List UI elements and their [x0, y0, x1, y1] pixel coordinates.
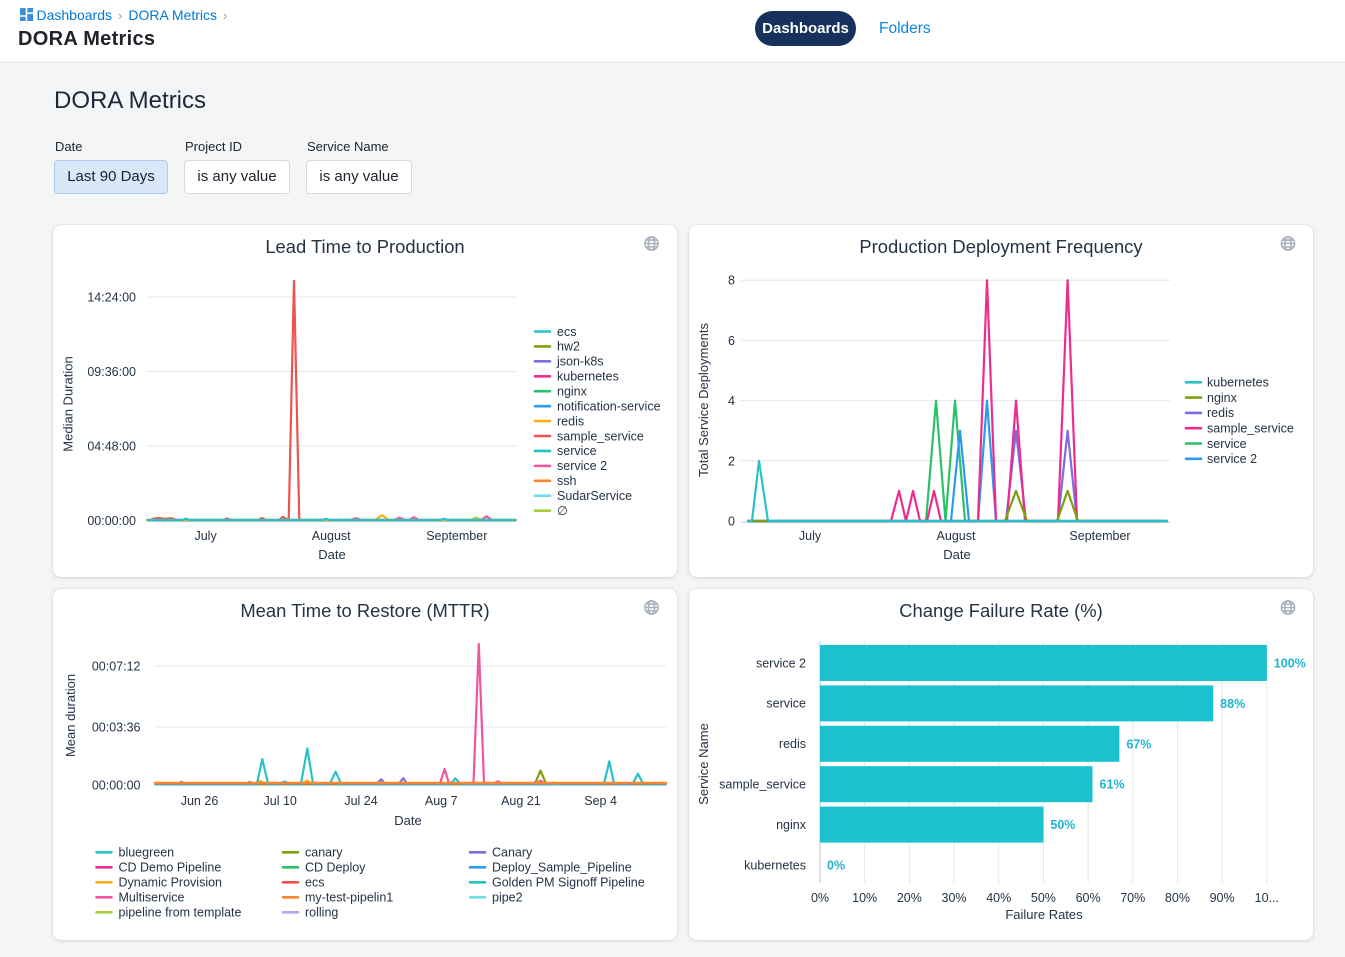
svg-text:redis: redis	[1207, 406, 1234, 420]
svg-text:CD Deploy: CD Deploy	[305, 861, 366, 875]
svg-text:service 2: service 2	[1207, 452, 1257, 466]
svg-text:0%: 0%	[827, 859, 845, 873]
svg-text:Production Deployment Frequenc: Production Deployment Frequency	[859, 236, 1143, 257]
svg-text:6: 6	[728, 334, 735, 348]
svg-text:service: service	[766, 697, 806, 711]
svg-text:redis: redis	[779, 737, 806, 751]
svg-text:Date: Date	[394, 813, 421, 828]
svg-text:hw2: hw2	[557, 340, 580, 354]
svg-text:Sep 4: Sep 4	[584, 794, 617, 808]
svg-text:rolling: rolling	[305, 906, 338, 920]
svg-text:pipe2: pipe2	[492, 891, 523, 905]
svg-text:August: August	[312, 529, 351, 543]
svg-text:67%: 67%	[1126, 737, 1151, 751]
svg-text:service 2: service 2	[557, 459, 607, 473]
svg-text:September: September	[1069, 529, 1130, 543]
svg-text:00:00:00: 00:00:00	[92, 779, 141, 793]
svg-text:kubernetes: kubernetes	[1207, 376, 1269, 390]
svg-text:pipeline from template: pipeline from template	[119, 906, 242, 920]
svg-text:10%: 10%	[852, 891, 877, 905]
svg-text:40%: 40%	[986, 891, 1011, 905]
svg-text:Dynamic Provision: Dynamic Provision	[119, 876, 223, 890]
svg-text:json-k8s: json-k8s	[556, 355, 604, 369]
svg-text:nginx: nginx	[776, 818, 807, 832]
svg-text:00:00:00: 00:00:00	[87, 514, 136, 528]
svg-text:Date: Date	[318, 547, 345, 562]
svg-text:88%: 88%	[1220, 697, 1245, 711]
svg-text:service 2: service 2	[756, 656, 806, 670]
svg-text:0: 0	[728, 515, 735, 529]
svg-text:July: July	[799, 529, 822, 543]
svg-text:14:24:00: 14:24:00	[87, 291, 136, 305]
svg-text:Multiservice: Multiservice	[119, 891, 185, 905]
svg-text:Failure Rates: Failure Rates	[1005, 907, 1083, 922]
svg-text:00:07:12: 00:07:12	[92, 660, 141, 674]
svg-text:∅: ∅	[557, 504, 568, 518]
svg-text:Jul 10: Jul 10	[264, 794, 297, 808]
svg-text:sample_service: sample_service	[719, 778, 806, 792]
svg-text:Change Failure Rate (%): Change Failure Rate (%)	[899, 600, 1102, 621]
svg-text:Golden PM Signoff Pipeline: Golden PM Signoff Pipeline	[492, 876, 645, 890]
svg-text:redis: redis	[557, 414, 584, 428]
svg-text:Mean duration: Mean duration	[63, 674, 78, 757]
svg-text:service: service	[557, 444, 597, 458]
svg-text:July: July	[194, 529, 217, 543]
svg-text:4: 4	[728, 394, 735, 408]
svg-text:Total Service Deployments: Total Service Deployments	[696, 323, 711, 477]
svg-text:bluegreen: bluegreen	[119, 846, 175, 860]
svg-text:90%: 90%	[1210, 891, 1235, 905]
svg-text:20%: 20%	[897, 891, 922, 905]
svg-text:nginx: nginx	[557, 385, 588, 399]
svg-text:70%: 70%	[1120, 891, 1145, 905]
svg-text:ecs: ecs	[305, 876, 324, 890]
svg-text:Date: Date	[943, 547, 970, 562]
svg-text:CD Demo Pipeline: CD Demo Pipeline	[119, 861, 222, 875]
svg-text:50%: 50%	[1050, 818, 1075, 832]
svg-text:sample_service: sample_service	[1207, 422, 1294, 436]
svg-text:kubernetes: kubernetes	[744, 858, 806, 872]
svg-text:kubernetes: kubernetes	[557, 370, 619, 384]
svg-text:Jun 26: Jun 26	[181, 794, 219, 808]
svg-text:Canary: Canary	[492, 846, 533, 860]
svg-text:Aug 7: Aug 7	[425, 794, 458, 808]
svg-text:04:48:00: 04:48:00	[87, 440, 136, 454]
svg-text:2: 2	[728, 454, 735, 468]
svg-text:nginx: nginx	[1207, 391, 1238, 405]
svg-text:Median Duration: Median Duration	[61, 356, 76, 451]
svg-text:Aug 21: Aug 21	[501, 794, 541, 808]
svg-text:my-test-pipelin1: my-test-pipelin1	[305, 891, 393, 905]
svg-text:00:03:36: 00:03:36	[92, 721, 141, 735]
svg-text:sample_service: sample_service	[557, 429, 644, 443]
svg-text:8: 8	[728, 274, 735, 288]
svg-text:0%: 0%	[811, 891, 829, 905]
svg-text:September: September	[426, 529, 487, 543]
svg-text:service: service	[1207, 437, 1247, 451]
svg-text:SudarService: SudarService	[557, 489, 632, 503]
svg-text:10...: 10...	[1255, 891, 1279, 905]
svg-text:canary: canary	[305, 846, 343, 860]
svg-text:ssh: ssh	[557, 474, 577, 488]
svg-text:Mean Time to Restore (MTTR): Mean Time to Restore (MTTR)	[240, 600, 489, 621]
svg-text:50%: 50%	[1031, 891, 1056, 905]
svg-text:August: August	[937, 529, 976, 543]
svg-text:notification-service: notification-service	[557, 399, 661, 413]
svg-text:Jul 24: Jul 24	[344, 794, 377, 808]
svg-text:09:36:00: 09:36:00	[87, 365, 136, 379]
svg-text:61%: 61%	[1100, 778, 1125, 792]
svg-text:60%: 60%	[1076, 891, 1101, 905]
svg-text:80%: 80%	[1165, 891, 1190, 905]
svg-text:Lead Time to Production: Lead Time to Production	[265, 236, 464, 257]
svg-text:Deploy_Sample_Pipeline: Deploy_Sample_Pipeline	[492, 861, 632, 875]
svg-text:100%: 100%	[1274, 657, 1306, 671]
svg-text:Service Name: Service Name	[696, 723, 711, 805]
svg-text:ecs: ecs	[557, 325, 576, 339]
svg-text:30%: 30%	[942, 891, 967, 905]
